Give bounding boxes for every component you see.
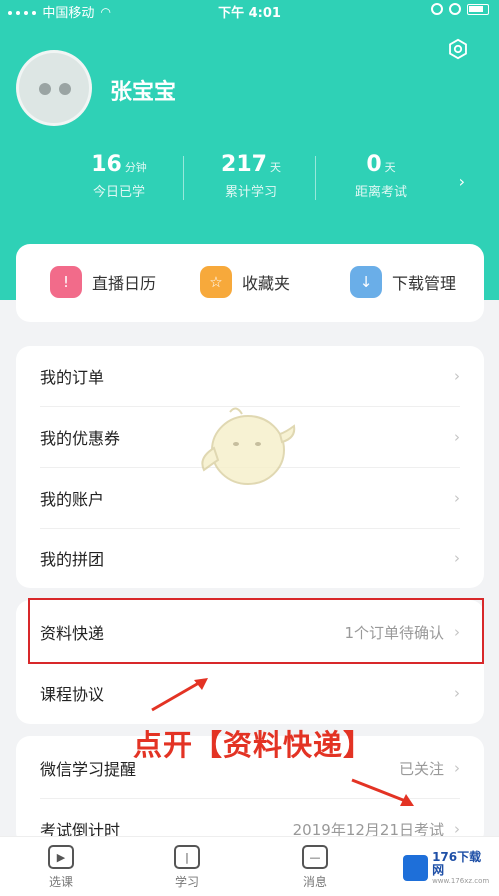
quick-downloads[interactable]: ↓ 下载管理 xyxy=(350,266,456,298)
arrow-icon xyxy=(151,678,208,712)
chevron-right-icon: › xyxy=(454,759,460,777)
highlight-box xyxy=(28,598,484,664)
avatar-eye xyxy=(59,83,71,95)
stat-today-value: 16 xyxy=(91,152,122,177)
chevron-right-icon: › xyxy=(454,428,460,446)
watermark-text: 176下载网 xyxy=(432,849,482,877)
chevron-right-icon: › xyxy=(454,549,460,567)
stats-row[interactable]: 16 分钟 今日已学 217 天 累计学习 0天 距离考试 › xyxy=(0,152,499,206)
stat-today[interactable]: 16 分钟 今日已学 xyxy=(54,152,184,200)
stat-total-value: 217 xyxy=(221,152,267,177)
menu-label: 我的拼团 xyxy=(40,550,105,569)
book-icon: | xyxy=(174,845,200,869)
chevron-right-icon: › xyxy=(454,684,460,702)
arrow-icon xyxy=(351,778,414,806)
alarm-icon xyxy=(449,3,461,15)
tab-messages[interactable]: — 消息 xyxy=(285,845,345,890)
menu-right: › xyxy=(454,684,460,702)
avatar[interactable] xyxy=(16,50,92,126)
stat-exam[interactable]: 0天 距离考试 xyxy=(316,152,446,200)
tab-label: 消息 xyxy=(302,875,327,889)
watermark-text-block: 176下载网 www.176xz.com xyxy=(432,849,491,886)
lock-rotation-icon xyxy=(431,3,443,15)
stat-today-label: 今日已学 xyxy=(92,185,145,200)
mascot-watermark xyxy=(201,407,296,485)
stat-exam-unit: 天 xyxy=(384,161,396,174)
download-icon: ↓ xyxy=(350,266,382,298)
menu-course-agreement[interactable]: 课程协议 › xyxy=(16,663,484,723)
quick-downloads-label: 下载管理 xyxy=(392,274,457,293)
stat-exam-value: 0 xyxy=(366,152,382,177)
menu-right: › xyxy=(454,489,460,507)
quick-live-calendar[interactable]: ! 直播日历 xyxy=(50,266,156,298)
quick-favorites-label: 收藏夹 xyxy=(242,274,291,293)
stat-total-unit: 天 xyxy=(269,161,281,174)
message-icon: — xyxy=(302,845,328,869)
menu-label: 微信学习提醒 xyxy=(40,760,137,779)
menu-label: 我的账户 xyxy=(40,490,105,509)
stat-total[interactable]: 217 天 累计学习 xyxy=(186,152,316,200)
chevron-right-icon: › xyxy=(454,489,460,507)
menu-label: 我的订单 xyxy=(40,368,105,387)
battery-icon xyxy=(467,3,489,15)
quick-live-calendar-label: 直播日历 xyxy=(92,274,157,293)
menu-my-orders[interactable]: 我的订单 › xyxy=(16,346,484,406)
site-logo-icon xyxy=(403,855,429,881)
star-icon: ☆ xyxy=(200,266,232,298)
quick-favorites[interactable]: ☆ 收藏夹 xyxy=(200,266,290,298)
chevron-right-icon[interactable]: › xyxy=(459,172,465,191)
tab-label: 学习 xyxy=(174,875,199,889)
menu-my-group-buy[interactable]: 我的拼团 › xyxy=(16,528,484,588)
stat-total-label: 累计学习 xyxy=(224,185,277,200)
tab-label: 选课 xyxy=(48,875,73,889)
gear-icon[interactable] xyxy=(447,38,469,60)
watermark-sub: www.176xz.com xyxy=(432,877,490,886)
calendar-icon: ! xyxy=(50,266,82,298)
avatar-eye xyxy=(39,83,51,95)
menu-right: › xyxy=(454,428,460,446)
status-time: 下午 4:01 xyxy=(218,6,281,21)
menu-label: 我的优惠券 xyxy=(40,429,121,448)
menu-label: 课程协议 xyxy=(40,685,105,704)
tab-study[interactable]: | 学习 xyxy=(157,845,217,890)
menu-right: › xyxy=(454,549,460,567)
stat-exam-label: 距离考试 xyxy=(354,185,407,200)
site-watermark: 176下载网 www.176xz.com xyxy=(399,846,495,890)
status-bar: 中国移动 ◠ 下午 4:01 xyxy=(0,0,499,22)
tab-courses[interactable]: ▶ 选课 xyxy=(31,845,91,890)
annotation-text: 点开【资料快递】 xyxy=(133,728,374,762)
play-icon: ▶ xyxy=(48,845,74,869)
divider xyxy=(183,156,184,200)
chevron-right-icon: › xyxy=(454,367,460,385)
stat-today-unit: 分钟 xyxy=(124,161,147,174)
quick-actions-card: ! 直播日历 ☆ 收藏夹 ↓ 下载管理 xyxy=(16,244,484,322)
status-right xyxy=(431,3,489,15)
username[interactable]: 张宝宝 xyxy=(110,74,176,106)
menu-right: › xyxy=(454,367,460,385)
